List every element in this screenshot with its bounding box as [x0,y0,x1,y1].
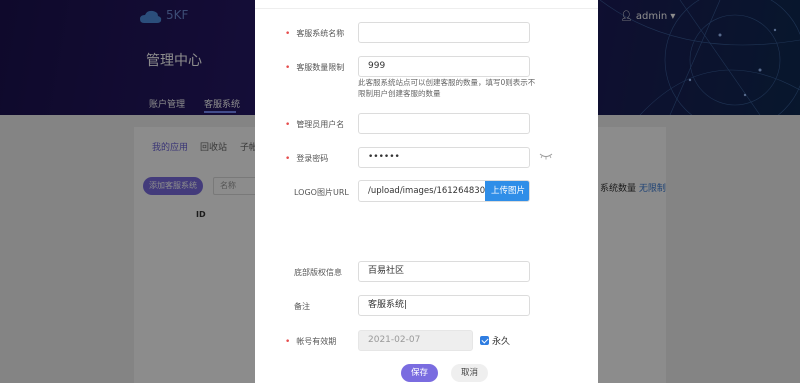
logo-url-label: LOGO图片URL [294,188,349,197]
expiry-label: • 帐号有效期 [285,337,337,347]
footer-copyright-input[interactable]: 百易社区 [358,261,530,282]
modal-divider [255,8,598,9]
system-name-input[interactable] [358,22,530,43]
required-marker: • [285,120,291,130]
remark-label: 备注 [294,302,310,311]
required-marker: • [285,63,291,73]
cancel-button[interactable]: 取消 [451,364,488,382]
permanent-checkbox[interactable]: 永久 [480,334,510,347]
save-button[interactable]: 保存 [401,364,438,382]
checkbox-checked-icon[interactable] [480,336,489,345]
permanent-label: 永久 [492,337,511,347]
agent-limit-input[interactable]: 999 [358,56,530,77]
logo-url-input[interactable]: /upload/images/1612648300.jpg 上传图片 [358,180,530,202]
remark-input[interactable]: 客服系统| [358,295,530,316]
admin-username-input[interactable] [358,113,530,134]
upload-image-button[interactable]: 上传图片 [485,181,529,201]
system-name-label: • 客服系统名称 [285,29,345,39]
edit-system-modal: • 客服系统名称 • 客服数量限制 999 此客服系统站点可以创建客服的数量，填写0… [255,0,598,383]
password-input[interactable]: •••••• [358,147,530,168]
required-marker: • [285,337,291,347]
eye-closed-icon[interactable] [539,152,553,160]
admin-username-label: • 管理员用户名 [285,120,345,130]
required-marker: • [285,29,291,39]
footer-copyright-label: 底部版权信息 [294,268,342,277]
required-marker: • [285,154,291,164]
agent-limit-label: • 客服数量限制 [285,63,345,73]
logo-url-value: /upload/images/1612648300.jpg [368,186,486,196]
agent-limit-hint: 此客服系统站点可以创建客服的数量，填写0则表示不限制用户创建客服的数量 [358,78,536,98]
expiry-date-input[interactable]: 2021-02-07 [358,330,473,351]
password-label: • 登录密码 [285,154,329,164]
